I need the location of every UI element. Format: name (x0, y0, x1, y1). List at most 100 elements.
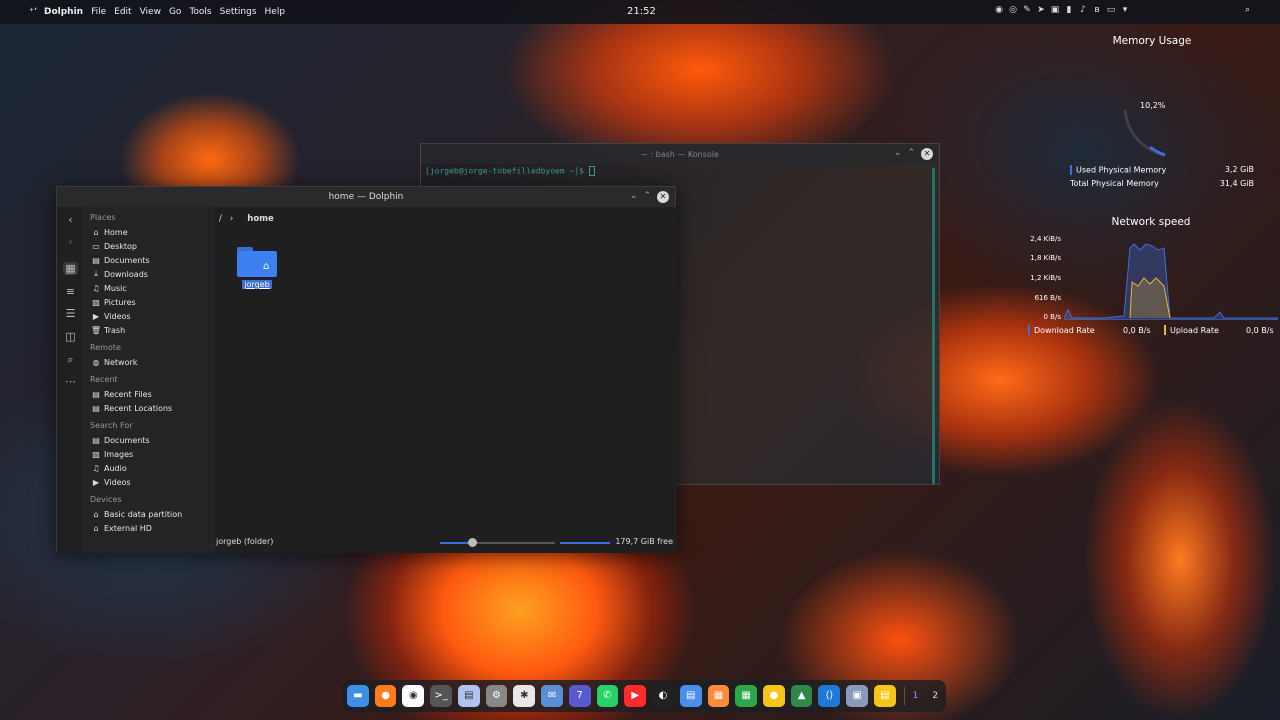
konsole-titlebar[interactable]: ~ : bash — Konsole ⌄ ⌃ ✕ (421, 144, 939, 164)
places-item-recent-locations[interactable]: ▤ Recent Locations (83, 401, 215, 415)
notes-icon[interactable]: ▤ (457, 685, 480, 707)
close-icon[interactable]: ✕ (657, 191, 669, 203)
media-icon[interactable]: ◉ (994, 5, 1004, 16)
docs-icon[interactable]: ▤ (679, 685, 702, 707)
vscode-icon[interactable]: ⟨⟩ (818, 685, 841, 707)
tray-expand-icon[interactable]: ▾ (1120, 5, 1130, 16)
details-view-icon[interactable]: ☰ (63, 307, 78, 320)
telegram-icon[interactable]: ➤ (1036, 5, 1046, 16)
places-item-videos[interactable]: ▶ Videos (83, 309, 215, 323)
places-item-documents[interactable]: ▤ Documents (83, 433, 215, 447)
places-section-header: Places (90, 213, 116, 222)
zoom-slider[interactable] (440, 538, 555, 547)
places-item-audio[interactable]: ♫ Audio (83, 461, 215, 475)
icons-view-icon[interactable]: ▦ (63, 262, 78, 275)
y-tick: 2,4 KiB/s (1030, 235, 1061, 243)
folder-label: jorgeb (242, 280, 272, 289)
minimize-icon[interactable]: ⌄ (894, 148, 902, 160)
whatsapp-icon[interactable]: ✆ (596, 685, 619, 707)
volume-icon[interactable]: ♪ (1078, 5, 1088, 16)
terminal-icon[interactable]: >_ (430, 685, 452, 707)
places-item-desktop[interactable]: ▭ Desktop (83, 239, 215, 253)
download-swatch (1028, 325, 1030, 335)
workspace-2[interactable]: 2 (932, 691, 938, 701)
obs-icon[interactable]: ◐ (652, 685, 674, 707)
search-icon[interactable]: ⌕ (1245, 5, 1250, 15)
workspace-1[interactable]: 1 (913, 691, 919, 701)
minimize-icon[interactable]: ⌄ (630, 191, 638, 203)
places-section-header: Recent (90, 375, 118, 384)
places-item-home[interactable]: ⌂ Home (83, 225, 215, 239)
sheets-icon[interactable]: ▦ (735, 685, 758, 707)
file-view[interactable]: / › home ⌂ jorgeb jorgeb (folder) 179,7 Gi… (215, 207, 677, 553)
drive-icon: ⌂ (93, 523, 99, 533)
close-icon[interactable]: ✕ (921, 148, 933, 160)
menu-icon[interactable]: ⋯ (63, 375, 78, 388)
folder-item[interactable]: ⌂ jorgeb (237, 247, 277, 290)
calendar-icon[interactable]: 7 (568, 685, 591, 707)
slack-icon[interactable]: ✱ (513, 685, 536, 707)
pen-icon[interactable]: ✎ (1022, 5, 1032, 16)
breadcrumb-current[interactable]: home (247, 214, 274, 224)
youtube-icon[interactable]: ▶ (624, 685, 647, 707)
battery-icon[interactable]: ▮ (1064, 5, 1074, 16)
folder-home-icon: ⌂ (237, 247, 277, 277)
menu-tools[interactable]: Tools (189, 7, 211, 17)
terminal-prompt[interactable]: [jorgeb@jorge-tobefilledbyoem ~]$ (425, 166, 595, 176)
back-icon[interactable]: ‹ (63, 213, 78, 226)
places-item-network[interactable]: ◍ Network (83, 355, 215, 369)
places-item-label: Videos (104, 311, 131, 321)
scrollbar[interactable] (932, 168, 935, 484)
monitor-icon[interactable]: ▲ (790, 685, 813, 707)
places-section-header: Devices (90, 495, 122, 504)
settings-icon[interactable]: ⚙ (485, 685, 508, 707)
menu-view[interactable]: View (140, 7, 161, 17)
forward-icon[interactable]: › (63, 235, 78, 248)
documents-icon: ▤ (92, 435, 100, 445)
mail-icon[interactable]: ✉ (541, 685, 563, 707)
window-title: home — Dolphin (328, 192, 404, 202)
clipboard-icon[interactable]: ▣ (1050, 5, 1060, 16)
bluetooth-icon[interactable]: ʙ (1092, 5, 1102, 16)
places-item-trash[interactable]: 🗑 Trash (83, 323, 215, 337)
dolphin-titlebar[interactable]: home — Dolphin ⌄ ⌃ ✕ (57, 187, 675, 207)
app-name[interactable]: Dolphin (44, 7, 83, 17)
menu-go[interactable]: Go (169, 7, 181, 17)
breadcrumb-root[interactable]: / (219, 214, 222, 224)
places-item-basic-data-partition[interactable]: ⌂ Basic data partition (83, 507, 215, 521)
drive-icon[interactable]: ▤ (873, 685, 896, 707)
places-item-music[interactable]: ♫ Music (83, 281, 215, 295)
upload-label: Upload Rate (1170, 326, 1219, 335)
keep-icon[interactable]: ● (763, 685, 785, 707)
firefox-icon[interactable]: ● (374, 685, 397, 707)
maximize-icon[interactable]: ⌃ (643, 191, 651, 203)
files-icon[interactable]: ▬ (347, 685, 369, 707)
slider-knob[interactable] (468, 538, 477, 547)
places-item-videos[interactable]: ▶ Videos (83, 475, 215, 489)
launcher-icon[interactable]: ⁺ʼ (22, 7, 44, 18)
network-tray-icon[interactable]: ▭ (1106, 5, 1116, 16)
menu-file[interactable]: File (91, 7, 106, 17)
images-icon: ▧ (92, 449, 100, 459)
places-item-recent-files[interactable]: ▤ Recent Files (83, 387, 215, 401)
split-view-icon[interactable]: ◫ (63, 330, 78, 343)
breadcrumb[interactable]: / › home (219, 214, 274, 224)
check-icon[interactable]: ◎ (1008, 5, 1018, 16)
compact-view-icon[interactable]: ≡ (63, 285, 78, 298)
clock[interactable]: 21:52 (627, 6, 656, 17)
search-icon[interactable]: ⌕ (63, 353, 78, 367)
top-panel: ⁺ʼ Dolphin File Edit View Go Tools Setti… (0, 0, 1280, 24)
places-item-pictures[interactable]: ▧ Pictures (83, 295, 215, 309)
places-item-external-hd[interactable]: ⌂ External HD (83, 521, 215, 535)
chrome-icon[interactable]: ◉ (402, 685, 425, 707)
places-item-downloads[interactable]: ⤓ Downloads (83, 267, 215, 281)
maximize-icon[interactable]: ⌃ (907, 148, 915, 160)
places-item-documents[interactable]: ▤ Documents (83, 253, 215, 267)
menu-help[interactable]: Help (265, 7, 286, 17)
slides-icon[interactable]: ▦ (707, 685, 730, 707)
screenshot-icon[interactable]: ▣ (846, 685, 868, 707)
menu-settings[interactable]: Settings (220, 7, 257, 17)
menu-edit[interactable]: Edit (114, 7, 131, 17)
places-item-images[interactable]: ▧ Images (83, 447, 215, 461)
dolphin-window[interactable]: home — Dolphin ⌄ ⌃ ✕ ‹ › ▦ ≡ ☰ ◫ ⌕ ⋯ Place… (56, 186, 677, 553)
